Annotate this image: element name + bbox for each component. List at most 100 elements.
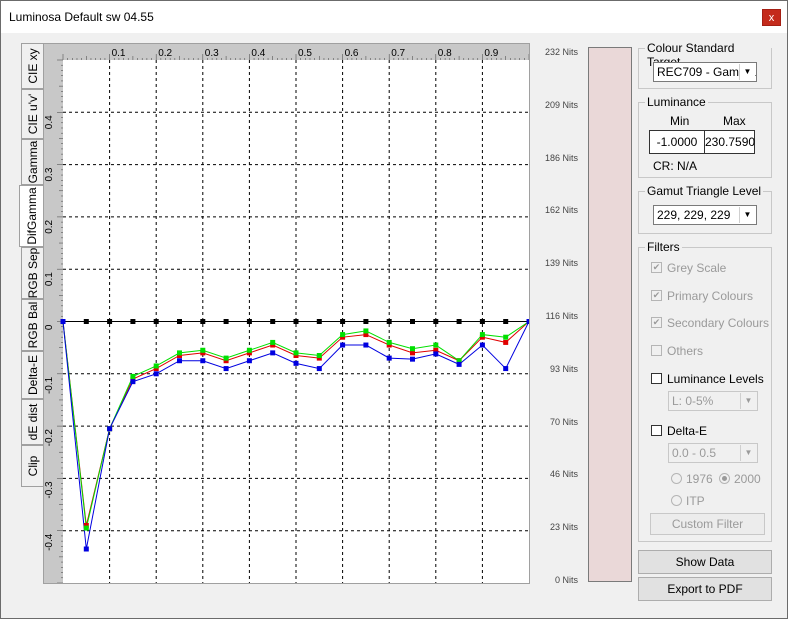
radio-itp[interactable] — [671, 495, 682, 506]
luminance-range-select[interactable]: L: 0-5% ▼ — [668, 391, 758, 411]
tab-difgamma[interactable]: DifGamma — [19, 185, 44, 247]
data-point — [107, 426, 113, 432]
luminance-bar — [588, 47, 632, 582]
data-point — [246, 347, 252, 353]
data-point — [177, 319, 182, 324]
data-point — [340, 332, 346, 338]
tab-label: DifGamma — [25, 187, 39, 245]
radio-1976[interactable] — [671, 473, 682, 484]
data-point — [130, 373, 136, 379]
data-point — [223, 319, 229, 324]
data-point — [270, 350, 276, 356]
data-point — [386, 339, 392, 345]
nits-tick-label: 209 Nits — [544, 99, 578, 110]
luminance-group: Luminance Min Max -1.0000 230.7590 CR: N… — [638, 95, 772, 178]
data-point — [503, 366, 509, 372]
nits-tick-label: 116 Nits — [545, 311, 578, 321]
title-bar: Luminosa Default sw 04.55 x — [1, 1, 787, 33]
data-point — [153, 363, 159, 369]
gamut-group: Gamut Triangle Level 229, 229, 229 ▼ — [638, 184, 772, 234]
tab-de-dist[interactable]: dE dist — [21, 399, 43, 445]
data-point — [316, 366, 322, 372]
secondary-colours-label: Secondary Colours — [667, 316, 770, 330]
data-point — [293, 350, 299, 356]
tab-label: RGB Sep — [25, 247, 40, 299]
data-point — [410, 319, 415, 324]
x-tick-label: 0.9 — [484, 48, 498, 59]
data-point — [503, 319, 509, 324]
others-checkbox[interactable] — [651, 345, 662, 356]
custom-filter-button[interactable]: Custom Filter — [650, 513, 765, 535]
data-point — [456, 361, 462, 367]
radio-1976-label: 1976 — [686, 472, 713, 486]
export-pdf-button[interactable]: Export to PDF — [638, 577, 772, 601]
data-point — [479, 332, 485, 338]
colour-standard-select[interactable]: REC709 - Gamma ▼ — [653, 62, 757, 82]
select-value: 0.0 - 0.5 — [672, 446, 717, 460]
radio-2000[interactable] — [719, 473, 730, 484]
nits-tick-label: 46 Nits — [549, 469, 578, 480]
data-point — [363, 342, 369, 348]
max-label: Max — [723, 114, 746, 128]
tab-gamma[interactable]: Gamma — [21, 139, 43, 185]
data-point — [340, 319, 346, 324]
close-button[interactable]: x — [762, 9, 781, 26]
data-point — [316, 319, 322, 324]
data-point — [130, 379, 136, 385]
tab-label: RGB Bal — [25, 301, 40, 349]
data-point — [223, 355, 229, 361]
show-data-button[interactable]: Show Data — [638, 550, 772, 574]
primary-colours-checkbox[interactable]: ✔ — [651, 290, 662, 301]
nits-tick-label: 0 Nits — [554, 575, 578, 585]
group-title: Gamut Triangle Level — [645, 184, 764, 198]
y-tick-label: 0.3 — [44, 167, 55, 181]
nits-tick-label: 139 Nits — [544, 258, 578, 269]
chevron-down-icon: ▼ — [740, 393, 756, 409]
data-point — [246, 358, 252, 364]
nits-tick-label: 70 Nits — [549, 416, 578, 427]
x-tick-label: 0.3 — [205, 48, 219, 59]
y-tick-label: 0 — [44, 324, 55, 330]
window-title: Luminosa Default sw 04.55 — [9, 10, 154, 24]
grey-scale-checkbox[interactable]: ✔ — [651, 262, 662, 273]
luminance-levels-checkbox[interactable] — [651, 373, 662, 384]
secondary-colours-checkbox[interactable]: ✔ — [651, 317, 662, 328]
x-tick-label: 0.6 — [345, 48, 359, 59]
data-point — [60, 319, 66, 324]
delta-e-range-select[interactable]: 0.0 - 0.5 ▼ — [668, 443, 758, 463]
delta-e-checkbox[interactable] — [651, 425, 662, 436]
select-value: L: 0-5% — [672, 394, 714, 408]
x-tick-label: 0.1 — [112, 48, 126, 59]
tab-cie-uv[interactable]: CIE u'v' — [21, 89, 43, 139]
y-tick-label: 0.1 — [44, 272, 55, 286]
radio-itp-label: ITP — [686, 494, 705, 508]
chevron-down-icon: ▼ — [740, 445, 756, 461]
chevron-down-icon: ▼ — [739, 64, 755, 80]
tab-rgb-bal[interactable]: RGB Bal — [21, 299, 43, 351]
tab-cie-xy[interactable]: CIE xy — [21, 43, 43, 89]
data-point — [456, 319, 462, 324]
data-point — [479, 342, 485, 348]
data-point — [153, 319, 159, 324]
data-point — [83, 319, 89, 324]
nits-tick-label: 23 Nits — [549, 522, 578, 533]
data-point — [340, 342, 346, 348]
data-point — [107, 319, 113, 324]
tab-label: Clip — [25, 455, 40, 477]
y-tick-label: -0.3 — [44, 481, 55, 499]
data-point — [316, 352, 322, 358]
data-point — [293, 319, 299, 324]
tab-label: dE dist — [25, 403, 40, 441]
gamut-level-select[interactable]: 229, 229, 229 ▼ — [653, 205, 757, 225]
data-point — [153, 371, 159, 377]
tab-clip[interactable]: Clip — [21, 445, 43, 487]
nits-tick-label: 162 Nits — [544, 205, 578, 216]
contrast-ratio: CR: N/A — [653, 159, 698, 173]
data-point — [433, 342, 439, 348]
data-point — [177, 350, 182, 356]
grey-scale-label: Grey Scale — [667, 261, 727, 275]
tab-delta-e[interactable]: Delta-E — [21, 351, 43, 399]
luminance-levels-label: Luminance Levels — [667, 372, 764, 386]
tab-rgb-sep[interactable]: RGB Sep — [21, 247, 43, 299]
radio-2000-label: 2000 — [734, 472, 761, 486]
